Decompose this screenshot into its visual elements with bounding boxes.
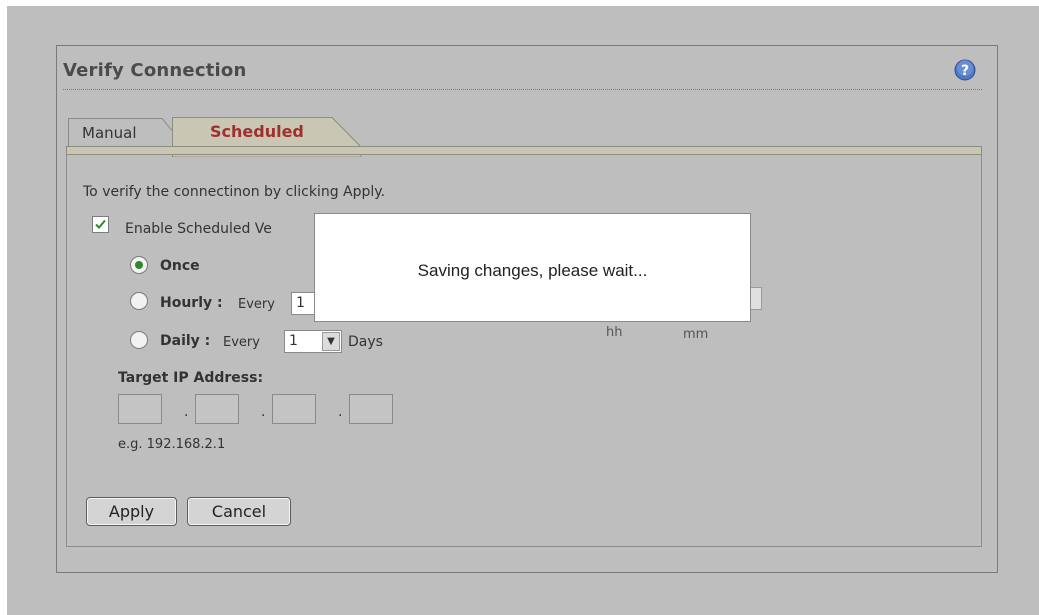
enable-scheduled-checkbox[interactable]: [92, 216, 109, 233]
ip-separator: .: [261, 404, 266, 420]
tab-bar: [66, 146, 982, 155]
ip-separator: .: [184, 404, 189, 420]
saving-message: Saving changes, please wait...: [417, 261, 648, 280]
intro-text: To verify the connectinon by clicking Ap…: [83, 184, 386, 200]
radio-selected-dot: [135, 261, 143, 269]
ip-separator: .: [338, 404, 343, 420]
page-title: Verify Connection: [63, 60, 247, 81]
cancel-button[interactable]: Cancel: [187, 497, 291, 526]
hh-label: hh: [606, 325, 623, 340]
ip-octet-3-input[interactable]: [272, 394, 316, 424]
ip-octet-2-input[interactable]: [195, 394, 239, 424]
tab-scheduled-label[interactable]: Scheduled: [210, 122, 304, 141]
daily-label: Daily :: [160, 333, 211, 349]
ip-octet-4-input[interactable]: [349, 394, 393, 424]
radio-hourly[interactable]: [130, 292, 148, 310]
hourly-interval-value: 1: [296, 295, 305, 311]
help-icon[interactable]: ?: [954, 59, 976, 81]
radio-daily[interactable]: [130, 331, 148, 349]
hourly-label: Hourly :: [160, 295, 223, 311]
mm-label: mm: [683, 327, 709, 342]
daily-interval-select[interactable]: 1 ▼: [284, 330, 342, 353]
once-label: Once: [160, 258, 200, 274]
chevron-down-icon: ▼: [322, 332, 340, 351]
daily-every-label: Every: [223, 335, 260, 350]
saving-modal: Saving changes, please wait...: [314, 213, 751, 322]
radio-once[interactable]: [130, 256, 148, 274]
target-ip-label: Target IP Address:: [118, 370, 264, 386]
check-icon: [95, 219, 106, 229]
enable-scheduled-label: Enable Scheduled Ve: [125, 221, 272, 237]
apply-button[interactable]: Apply: [86, 497, 177, 526]
daily-unit-label: Days: [348, 334, 383, 350]
svg-text:?: ?: [961, 63, 969, 79]
tab-manual-label[interactable]: Manual: [82, 124, 137, 142]
hourly-every-label: Every: [238, 297, 275, 312]
title-divider: [63, 89, 982, 90]
daily-interval-value: 1: [289, 333, 298, 349]
ip-example-text: e.g. 192.168.2.1: [118, 437, 226, 452]
ip-octet-1-input[interactable]: [118, 394, 162, 424]
